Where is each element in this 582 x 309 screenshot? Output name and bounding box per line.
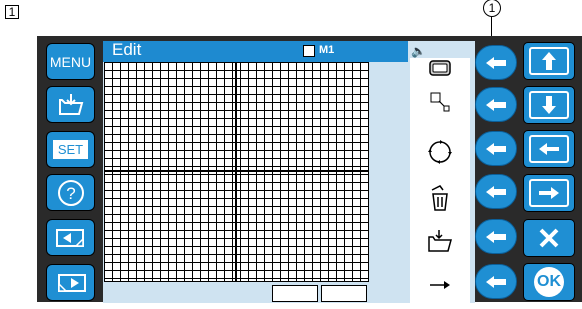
- set-button[interactable]: SET: [46, 131, 95, 168]
- left-arrow-icon: [486, 230, 506, 243]
- up-arrow-icon: [542, 52, 556, 70]
- rotate-icon: [428, 140, 452, 164]
- memory-indicator: [303, 45, 315, 57]
- rotate-tool-button[interactable]: [425, 137, 455, 167]
- left-button[interactable]: [523, 130, 575, 168]
- up-button-frame: [529, 47, 569, 75]
- step-number: 1: [5, 5, 19, 19]
- next-tool-button[interactable]: [425, 270, 455, 300]
- left-arrow-icon: [486, 275, 506, 288]
- edit-grid[interactable]: [104, 62, 369, 282]
- position-field-right: [321, 285, 367, 302]
- select-row-5-button[interactable]: [475, 219, 517, 254]
- ok-button-label: OK: [537, 273, 561, 290]
- right-button-frame: [529, 179, 569, 207]
- help-icon: ?: [57, 179, 84, 206]
- next-arrow-icon: [430, 281, 450, 289]
- page-forward-icon: [57, 273, 86, 292]
- svg-text:?: ?: [66, 184, 75, 203]
- up-button[interactable]: [523, 42, 575, 80]
- ok-icon: OK: [534, 267, 564, 297]
- left-button-frame: [529, 135, 569, 163]
- left-arrow-icon: [486, 185, 506, 198]
- left-arrow-icon: [486, 98, 506, 111]
- right-button[interactable]: [523, 174, 575, 212]
- page-back-icon: [55, 228, 84, 247]
- title-bar: [103, 41, 408, 62]
- set-button-label: SET: [52, 140, 89, 159]
- resize-icon: [430, 92, 450, 112]
- delete-tool-button[interactable]: [425, 183, 455, 213]
- open-file-button[interactable]: [46, 86, 95, 123]
- page-title: Edit: [112, 40, 142, 59]
- save-icon: [428, 230, 452, 252]
- down-arrow-icon: [542, 96, 556, 114]
- sound-icon: 🔈: [411, 44, 426, 58]
- save-tool-button[interactable]: [425, 226, 455, 256]
- select-row-2-button[interactable]: [475, 87, 517, 122]
- down-button[interactable]: [523, 86, 575, 124]
- select-row-3-button[interactable]: [475, 131, 517, 166]
- delete-icon: [431, 185, 448, 211]
- page-forward-button[interactable]: [46, 264, 95, 301]
- position-field-left: [272, 285, 318, 302]
- callout-number: 1: [483, 0, 501, 17]
- left-arrow-icon: [486, 142, 506, 155]
- frame-tool-button[interactable]: [425, 53, 455, 83]
- left-arrow-icon: [486, 56, 506, 69]
- cancel-icon: [539, 228, 559, 248]
- right-arrow-icon: [539, 187, 559, 199]
- select-row-4-button[interactable]: [475, 174, 517, 209]
- left-arrow-icon: [539, 143, 559, 155]
- page-back-button[interactable]: [46, 219, 95, 256]
- open-folder-icon: [58, 93, 83, 115]
- menu-button-label: MENU: [49, 53, 92, 70]
- help-button[interactable]: ?: [46, 174, 95, 211]
- down-button-frame: [529, 91, 569, 119]
- menu-button[interactable]: MENU: [46, 43, 95, 80]
- select-row-1-button[interactable]: [475, 45, 517, 80]
- memory-label: M1: [319, 44, 335, 56]
- select-row-6-button[interactable]: [475, 264, 517, 299]
- resize-tool-button[interactable]: [425, 87, 455, 117]
- ok-button[interactable]: OK: [523, 263, 575, 301]
- cancel-button[interactable]: [523, 219, 575, 257]
- frame-icon: [429, 60, 451, 76]
